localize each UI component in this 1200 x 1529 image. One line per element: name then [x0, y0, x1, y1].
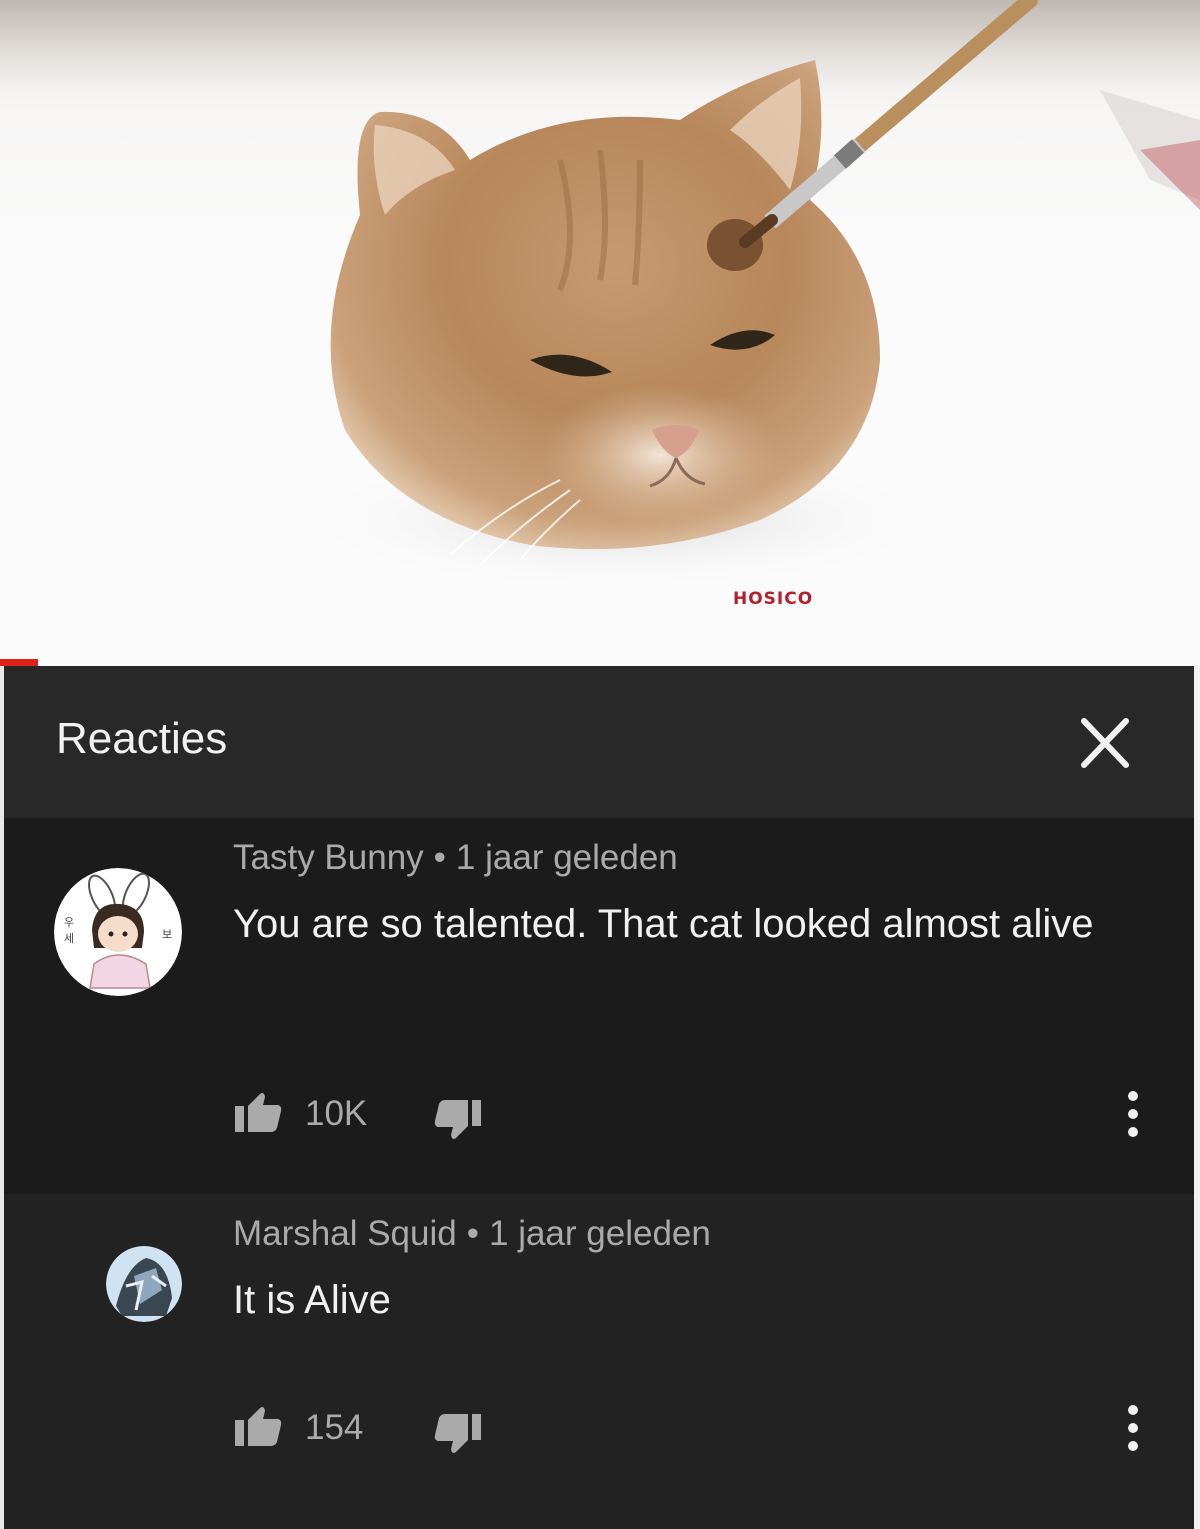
channel-watermark: HOSICO — [733, 589, 814, 609]
like-count: 10K — [305, 1094, 368, 1133]
comment-actions: 10K — [233, 1090, 1173, 1140]
comment-author[interactable]: Marshal Squid — [233, 1214, 457, 1253]
comment-actions: 154 — [233, 1404, 1173, 1454]
thumbs-down-icon[interactable] — [433, 1412, 483, 1456]
comment-text: You are so talented. That cat looked alm… — [233, 902, 1094, 946]
more-options-icon[interactable] — [1123, 1084, 1143, 1144]
close-button[interactable] — [1076, 716, 1134, 770]
avatar[interactable] — [106, 1246, 182, 1322]
comments-panel: Reacties 우 세 보 Tasty Bunny • 1 jaar gele… — [4, 666, 1194, 1529]
close-icon — [1081, 718, 1129, 768]
comment-item: 우 세 보 Tasty Bunny • 1 jaar geleden You are… — [4, 818, 1194, 1194]
comments-title: Reacties — [56, 714, 228, 763]
video-frame-cat-image — [0, 0, 1200, 590]
svg-text:세: 세 — [64, 932, 74, 945]
thumbs-up-icon[interactable] — [233, 1090, 283, 1134]
reply-item: Marshal Squid • 1 jaar geleden It is Alive… — [4, 1194, 1194, 1529]
comment-time: 1 jaar geleden — [489, 1214, 711, 1253]
comment-time: 1 jaar geleden — [455, 838, 678, 877]
anime-character-avatar-icon — [106, 1246, 182, 1322]
thumbs-up-icon[interactable] — [233, 1404, 283, 1448]
comment-meta: Tasty Bunny • 1 jaar geleden — [233, 838, 678, 878]
video-progress-bar[interactable] — [0, 659, 38, 666]
svg-text:우: 우 — [64, 916, 74, 929]
dot-separator: • — [433, 838, 446, 877]
comment-meta: Marshal Squid • 1 jaar geleden — [233, 1214, 711, 1254]
comment-author[interactable]: Tasty Bunny — [233, 838, 424, 877]
svg-text:보: 보 — [162, 928, 172, 941]
comments-header: Reacties — [4, 666, 1194, 818]
more-options-icon[interactable] — [1123, 1398, 1143, 1458]
anime-bunny-girl-avatar-icon: 우 세 보 — [54, 868, 182, 996]
like-count: 154 — [305, 1408, 364, 1447]
thumbs-down-icon[interactable] — [433, 1098, 483, 1142]
dot-separator: • — [466, 1214, 479, 1253]
comment-text: It is Alive — [233, 1278, 391, 1322]
video-player[interactable]: HOSICO — [0, 0, 1200, 666]
avatar[interactable]: 우 세 보 — [54, 868, 182, 996]
